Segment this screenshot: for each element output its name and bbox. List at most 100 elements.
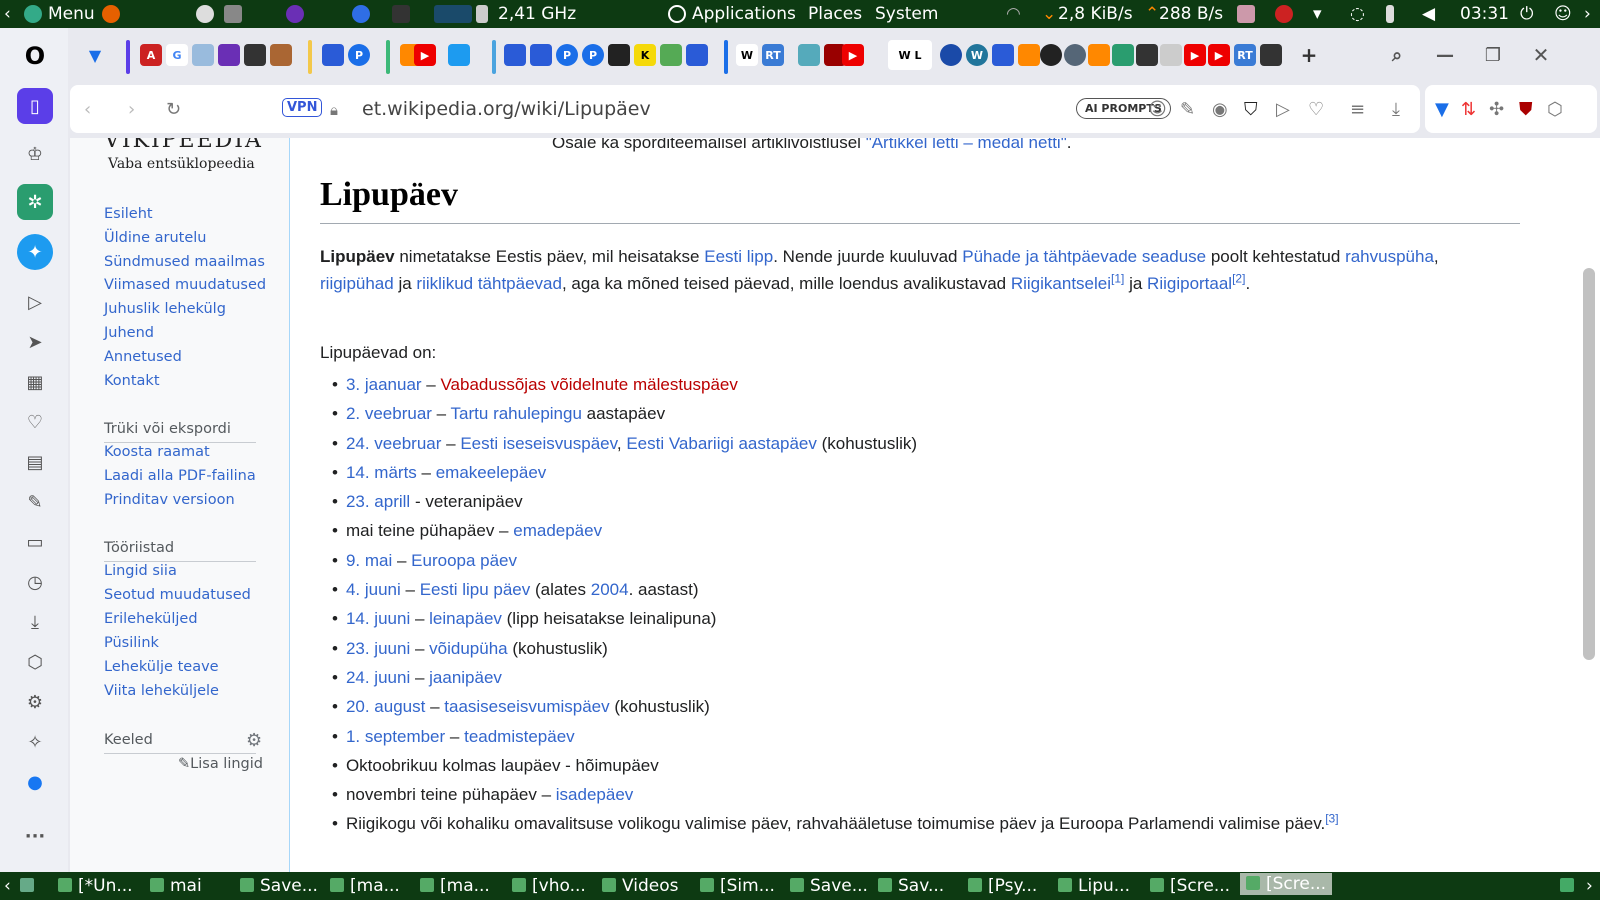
sidebar-link[interactable]: Prinditav versioon — [104, 492, 235, 508]
sidebar-link[interactable]: Lingid siia — [104, 563, 177, 579]
lock-icon[interactable]: 🔒︎ — [330, 101, 338, 119]
list-link[interactable]: Tartu rahulepingu — [451, 404, 582, 423]
tab-favicon-11[interactable] — [608, 44, 630, 66]
link-riigipuhad[interactable]: riigipühad — [320, 274, 394, 293]
battery-icon[interactable] — [1386, 5, 1394, 23]
bookmark-heart-icon[interactable]: ♡ — [1308, 99, 1324, 120]
mint-menu-icon[interactable] — [24, 5, 42, 23]
settings-launcher-icon[interactable] — [224, 5, 242, 23]
extensions-cube-icon[interactable]: ⬡ — [1547, 99, 1563, 120]
reference-2[interactable]: [2] — [1232, 271, 1245, 285]
tab-favicon-pm2[interactable]: P — [556, 44, 578, 66]
tab-favicon-youtube[interactable]: ▶ — [414, 44, 436, 66]
extension-1-icon[interactable]: ▼ — [1435, 99, 1449, 120]
list-link[interactable]: jaanipäev — [429, 668, 502, 687]
taskbar-item[interactable]: [ma... — [420, 875, 490, 897]
list-link[interactable]: 20. august — [346, 697, 425, 716]
system-menu[interactable]: System — [875, 3, 938, 25]
list-link[interactable]: leinapäev — [429, 609, 502, 628]
taskbar-item[interactable]: [Scre... — [1150, 875, 1230, 897]
taskbar-item[interactable]: Videos — [602, 875, 679, 897]
close-window-icon[interactable]: ✕ — [1530, 43, 1552, 67]
list-link[interactable]: emadepäev — [513, 521, 602, 540]
tray-app-icon[interactable] — [1237, 5, 1255, 23]
tab-active-wikipedia[interactable]: W L — [888, 40, 932, 70]
reference-1[interactable]: [1] — [1111, 271, 1124, 285]
tab-favicon-k[interactable]: K — [634, 44, 656, 66]
tab-favicon-6[interactable] — [270, 44, 292, 66]
list-link[interactable]: 24. veebruar — [346, 434, 441, 453]
list-link[interactable]: 9. mai — [346, 551, 392, 570]
extension-3-icon[interactable]: ✣ — [1489, 99, 1504, 120]
taskbar-item[interactable]: [Psy... — [968, 875, 1037, 897]
tab-favicon-rt[interactable]: RT — [762, 44, 784, 66]
sidebar-link[interactable]: Esileht — [104, 206, 153, 222]
history-clock-icon[interactable]: ◷ — [17, 564, 53, 600]
news-icon[interactable]: ▤ — [17, 444, 53, 480]
list-link[interactable]: Eesti lipu päev — [420, 580, 531, 599]
link-riiklikud-tahtpaevad[interactable]: riiklikud tähtpäevad — [416, 274, 562, 293]
forward-arrow-icon[interactable]: › — [128, 99, 135, 120]
tab-favicon-9[interactable] — [504, 44, 526, 66]
reader-icon[interactable]: ▯ — [17, 88, 53, 124]
network-icon[interactable]: ▾ — [1313, 3, 1322, 25]
list-link[interactable]: teadmistepäev — [464, 727, 575, 746]
tab-favicon-4[interactable] — [218, 44, 240, 66]
ublock-icon[interactable]: ⛊ — [1519, 99, 1533, 120]
tab-favicon-wiki[interactable]: W — [736, 44, 758, 66]
link-seadus[interactable]: Pühade ja tähtpäevade seaduse — [962, 247, 1206, 266]
send-page-icon[interactable]: ▷ — [1276, 99, 1290, 120]
tab-favicon-3[interactable] — [192, 44, 214, 66]
sidebar-link[interactable]: Erileheküljed — [104, 611, 198, 627]
user-icon[interactable]: ☺ — [1554, 3, 1572, 25]
edit-icon[interactable]: ✎ — [1180, 99, 1195, 120]
taskbar-item[interactable]: Sav... — [878, 875, 944, 897]
tab-favicon-27[interactable] — [1260, 44, 1282, 66]
sidebar-link[interactable]: Sündmused maailmas — [104, 254, 265, 270]
sidebar-link[interactable]: Juhend — [104, 325, 154, 341]
reload-icon[interactable]: ↻ — [166, 99, 181, 120]
maximize-icon[interactable]: ❐ — [1482, 44, 1504, 66]
list-link[interactable]: 3. jaanuar — [346, 375, 422, 394]
apps-grid-icon[interactable]: ▦ — [17, 364, 53, 400]
list-link[interactable]: Eesti iseseisvuspäev — [460, 434, 617, 453]
list-link[interactable]: taasiseseisvumispäev — [444, 697, 609, 716]
extension-2-icon[interactable]: ⇅ — [1461, 99, 1476, 120]
taskbar-item[interactable]: [Sim... — [700, 875, 775, 897]
list-link[interactable]: Eesti Vabariigi aastapäev — [626, 434, 817, 453]
tab-favicon-16[interactable]: ▶ — [842, 44, 864, 66]
terminal-icon[interactable] — [392, 5, 410, 23]
reference-3[interactable]: [3] — [1325, 812, 1338, 826]
lightbulb-icon[interactable]: ✧ — [17, 724, 53, 760]
panel-right-arrow-icon[interactable]: › — [1584, 3, 1591, 25]
tor-icon[interactable] — [286, 5, 304, 23]
sidebar-link[interactable]: Lehekülje teave — [104, 659, 219, 675]
inkscape-icon[interactable] — [196, 5, 214, 23]
taskbar-item[interactable]: mai — [150, 875, 202, 897]
sidebar-link[interactable]: Püsilink — [104, 635, 159, 651]
tab-favicon-github[interactable] — [1040, 44, 1062, 66]
list-link[interactable]: 2004 — [591, 580, 629, 599]
messenger-icon[interactable]: ● — [17, 764, 53, 800]
tab-favicon-10[interactable] — [530, 44, 552, 66]
panel-left-arrow-icon[interactable]: ‹ — [4, 3, 11, 25]
tab-favicon-22[interactable] — [1112, 44, 1134, 66]
taskbar-item[interactable]: Save... — [790, 875, 868, 897]
list-link[interactable]: 14. märts — [346, 463, 417, 482]
list-link[interactable]: 23. juuni — [346, 639, 410, 658]
pinboard-icon[interactable]: ✎ — [17, 484, 53, 520]
taskbar-item[interactable]: Lipu... — [1058, 875, 1130, 897]
sidebar-link[interactable]: Seotud muudatused — [104, 587, 251, 603]
firefox-icon[interactable] — [102, 5, 120, 23]
opera-launcher-icon[interactable] — [352, 5, 370, 23]
shield-icon[interactable]: ⛉ — [1244, 99, 1258, 120]
tab-favicon-wordpress[interactable]: W — [966, 44, 988, 66]
tab-favicon-2[interactable]: A — [140, 44, 162, 66]
link-rahvuspuha[interactable]: rahvuspüha — [1345, 247, 1434, 266]
tab-search-icon[interactable]: ⌕ — [1386, 44, 1408, 66]
taskbar-right-arrow-icon[interactable]: › — [1586, 875, 1593, 897]
places-menu[interactable]: Places — [808, 3, 862, 25]
wifi-icon[interactable]: ◠ — [1006, 3, 1021, 25]
heart-icon[interactable]: ♡ — [17, 404, 53, 440]
back-arrow-icon[interactable]: ‹ — [84, 99, 91, 120]
